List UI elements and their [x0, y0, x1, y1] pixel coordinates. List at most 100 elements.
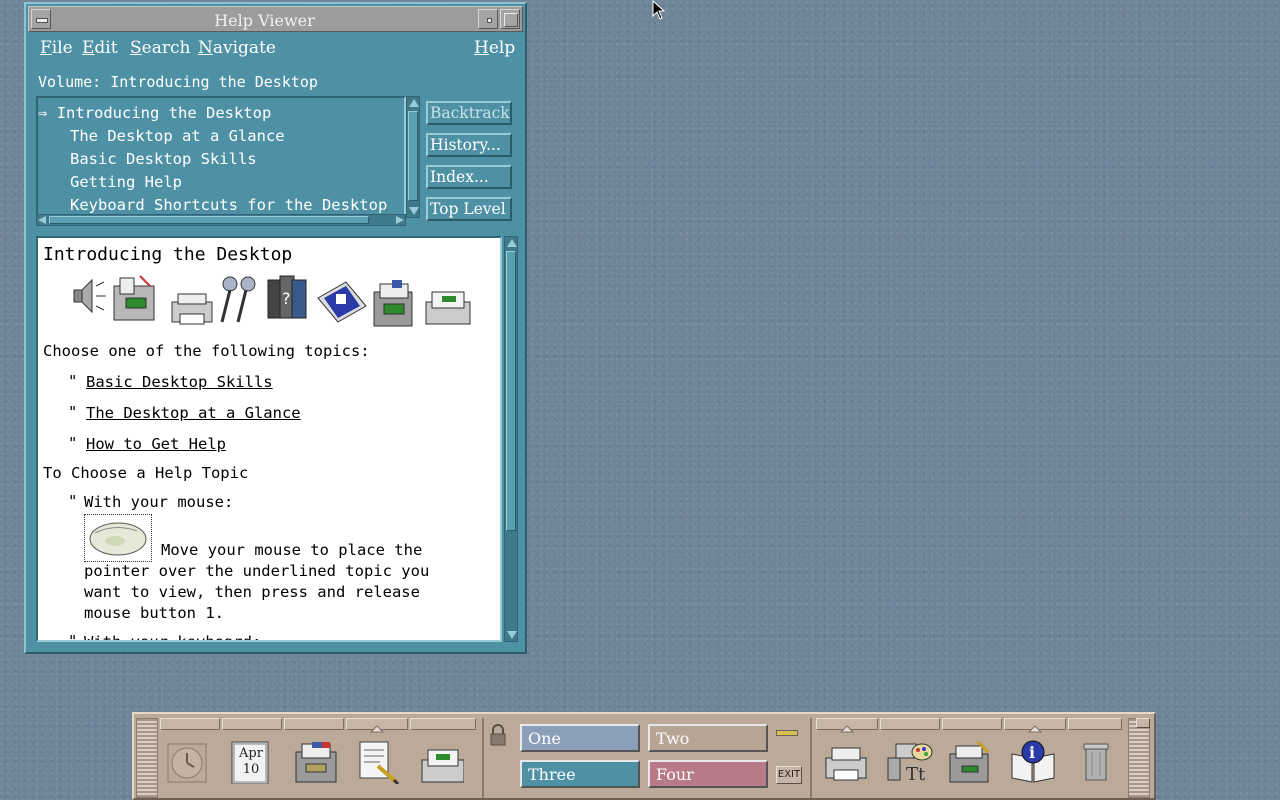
- choose-prompt: Choose one of the following topics:: [43, 342, 370, 360]
- toc-horizontal-scrollbar[interactable]: [36, 214, 406, 226]
- screen-icon: [317, 281, 367, 323]
- subpanel-tab[interactable]: [160, 718, 220, 730]
- content-vertical-scrollbar[interactable]: [504, 236, 518, 642]
- panel-divider: [482, 718, 484, 798]
- maximize-button[interactable]: [500, 9, 520, 29]
- backtrack-button[interactable]: Backtrack: [426, 101, 512, 125]
- text-editor-icon[interactable]: [356, 740, 400, 786]
- help-books-icon: ?: [267, 275, 307, 319]
- menu-help[interactable]: Help: [474, 38, 515, 58]
- help-manager-icon[interactable]: i: [1010, 740, 1055, 784]
- topic-link-basic-skills[interactable]: Basic Desktop Skills: [86, 373, 273, 391]
- bullet-mark: ": [68, 492, 78, 510]
- busy-indicator-icon: [776, 730, 798, 736]
- index-button[interactable]: Index...: [426, 165, 512, 189]
- front-panel: Apr 10 One Two Three Four EXIT Tt i: [132, 712, 1156, 800]
- minimize-button[interactable]: [478, 9, 498, 29]
- volume-line: Volume: Introducing the Desktop: [38, 73, 318, 91]
- topic-link-get-help[interactable]: How to Get Help: [86, 435, 226, 453]
- mouse-instruction-line: pointer over the underlined topic you: [84, 562, 430, 580]
- mouse-instruction-line: want to view, then press and release: [84, 583, 420, 601]
- mouse-pointer-icon: [652, 0, 666, 20]
- section-heading: To Choose a Help Topic: [43, 464, 249, 482]
- window-menu-button[interactable]: [31, 9, 51, 29]
- file-manager-icon: [373, 280, 413, 327]
- scroll-thumb[interactable]: [408, 111, 418, 201]
- top-level-button[interactable]: Top Level: [426, 197, 512, 221]
- clock-icon[interactable]: [166, 740, 210, 784]
- scroll-thumb[interactable]: [49, 216, 369, 224]
- help-content-pane[interactable]: Introducing the Desktop ? Choose one of …: [36, 236, 502, 642]
- application-manager-icon[interactable]: [948, 740, 992, 784]
- workspace-two-button[interactable]: Two: [648, 724, 768, 752]
- subpanel-tab-expand[interactable]: [1004, 718, 1066, 733]
- topic-heading: Introducing the Desktop: [43, 244, 293, 265]
- toc-item[interactable]: The Desktop at a Glance: [70, 127, 285, 145]
- mouse-instruction-line: mouse button 1.: [84, 604, 224, 622]
- printer-icon: [171, 293, 213, 325]
- calendar-icon[interactable]: Apr 10: [230, 740, 274, 785]
- toc-item[interactable]: Keyboard Shortcuts for the Desktop: [70, 196, 387, 214]
- volume-label: Volume:: [38, 73, 102, 91]
- desktop-icons-strip: ?: [73, 275, 471, 327]
- scroll-right-arrow-icon[interactable]: [396, 216, 404, 224]
- menu-navigate[interactable]: Navigate: [198, 38, 276, 58]
- bullet-mark: ": [68, 372, 78, 390]
- bullet-mark: ": [68, 403, 78, 421]
- mailer-icon: [425, 291, 471, 325]
- subpanel-tab[interactable]: [222, 718, 282, 730]
- mouse-label: With your mouse:: [84, 493, 234, 511]
- mouse-instruction-line: Move your mouse to place the: [161, 541, 423, 559]
- file-manager-icon[interactable]: [294, 740, 338, 784]
- svg-text:Tt: Tt: [906, 764, 926, 784]
- lock-icon[interactable]: [488, 724, 508, 748]
- topic-link-desktop-glance[interactable]: The Desktop at a Glance: [86, 404, 301, 422]
- history-button[interactable]: History...: [426, 133, 512, 157]
- workspace-four-button[interactable]: Four: [648, 760, 768, 788]
- bullet-mark: ": [68, 434, 78, 452]
- subpanel-tab[interactable]: [284, 718, 344, 730]
- subpanel-tab[interactable]: [942, 718, 1002, 730]
- bullet-mark: ": [68, 632, 78, 642]
- menu-edit[interactable]: Edit: [82, 38, 118, 58]
- keyboard-label: With your keyboard:: [84, 633, 262, 642]
- subpanel-tab[interactable]: [1068, 718, 1122, 730]
- scroll-down-arrow-icon[interactable]: [409, 207, 419, 215]
- menu-file[interactable]: File: [40, 38, 73, 58]
- exit-button[interactable]: EXIT: [776, 766, 802, 784]
- menu-search[interactable]: Search: [130, 38, 190, 58]
- scroll-left-arrow-icon[interactable]: [38, 216, 46, 224]
- toc-item-current[interactable]: ⇒ Introducing the Desktop: [38, 104, 271, 122]
- mouse-icon-frame: [84, 514, 152, 562]
- panel-left-handle[interactable]: [136, 718, 158, 798]
- file-drawer-icon: [113, 275, 155, 321]
- scroll-up-arrow-icon[interactable]: [507, 239, 517, 247]
- panel-minimize-button[interactable]: [1136, 718, 1150, 728]
- calendar-month: Apr: [239, 746, 263, 761]
- title-bar[interactable]: Help Viewer: [28, 6, 523, 32]
- svg-text:i: i: [1029, 743, 1035, 762]
- toc-vertical-scrollbar[interactable]: [406, 96, 420, 218]
- window-title: Help Viewer: [214, 11, 315, 30]
- scroll-thumb[interactable]: [506, 251, 516, 531]
- keys-icon: [220, 276, 256, 323]
- subpanel-tab-expand[interactable]: [816, 718, 878, 733]
- toc-item[interactable]: Getting Help: [70, 173, 182, 191]
- panel-right-handle[interactable]: [1128, 718, 1150, 798]
- scroll-down-arrow-icon[interactable]: [507, 631, 517, 639]
- style-manager-icon[interactable]: Tt: [886, 740, 933, 785]
- workspace-one-button[interactable]: One: [520, 724, 640, 752]
- printer-icon[interactable]: [824, 740, 868, 784]
- subpanel-tab[interactable]: [880, 718, 940, 730]
- subpanel-tab-expand[interactable]: [346, 718, 408, 733]
- trash-icon[interactable]: [1080, 740, 1124, 784]
- current-topic-arrow-icon: ⇒: [38, 104, 48, 122]
- volume-name: Introducing the Desktop: [110, 73, 318, 91]
- workspace-three-button[interactable]: Three: [520, 760, 640, 788]
- toc-item[interactable]: Basic Desktop Skills: [70, 150, 257, 168]
- scroll-up-arrow-icon[interactable]: [409, 99, 419, 107]
- topic-tree-list[interactable]: ⇒ Introducing the Desktop The Desktop at…: [36, 96, 406, 218]
- mailer-icon[interactable]: [420, 740, 465, 784]
- chevron-up-icon: [1027, 725, 1043, 733]
- subpanel-tab[interactable]: [410, 718, 476, 730]
